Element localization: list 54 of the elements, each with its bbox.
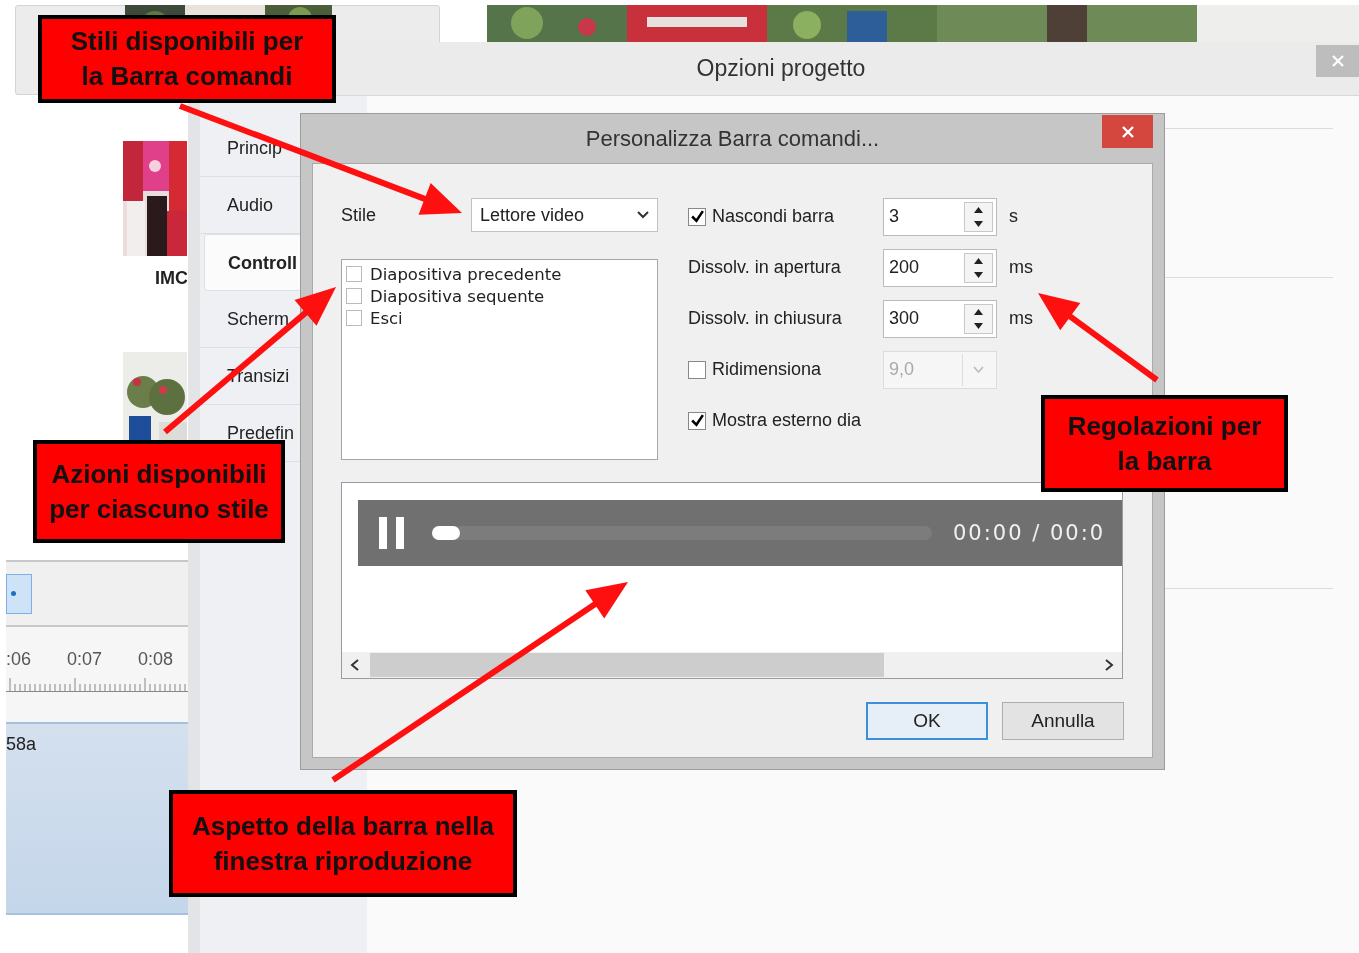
callout: Regolazioni per la barra <box>1041 395 1288 492</box>
time-label: :06 <box>6 649 32 670</box>
spin-buttons[interactable] <box>964 252 993 283</box>
window-title: Opzioni progetto <box>696 55 866 82</box>
unit-label: s <box>1009 206 1018 227</box>
chevron-icon <box>637 211 649 219</box>
scroll-right-icon[interactable] <box>1104 659 1114 671</box>
spin-buttons[interactable] <box>964 303 993 334</box>
checkbox[interactable] <box>346 310 362 326</box>
horizontal-scrollbar[interactable] <box>342 652 1122 678</box>
setting-label: Mostra esterno dia <box>712 410 862 431</box>
progress-track[interactable] <box>432 526 932 540</box>
close-icon <box>1120 124 1135 139</box>
down-arrow-icon <box>974 322 983 329</box>
dialog-title: Personalizza Barra comandi... <box>585 125 880 152</box>
checkbox[interactable] <box>346 266 362 282</box>
unit-label: ms <box>1009 257 1033 278</box>
thumbnail-caption: IMC <box>155 268 187 289</box>
checkbox-label: Esci <box>370 308 403 328</box>
setting-label: Dissolv. in chiusura <box>688 308 842 329</box>
callout: Azioni disponibili per ciascuno stile <box>33 440 285 543</box>
callout: Aspetto della barra nella finestra riproduzione <box>169 790 517 897</box>
pause-icon[interactable] <box>379 517 405 549</box>
style-dropdown[interactable]: Lettore video <box>471 198 658 232</box>
checkbox[interactable] <box>688 411 706 430</box>
setting-label: Dissolv. in apertura <box>688 257 841 278</box>
setting-label: Ridimensiona <box>712 359 822 380</box>
up-arrow-icon <box>974 206 983 213</box>
checkbox[interactable] <box>346 288 362 304</box>
checkbox-label: Diapositiva sequente <box>370 286 545 306</box>
close-button[interactable] <box>1102 115 1153 148</box>
checkbox-label: Diapositiva precedente <box>370 264 562 284</box>
spin-field[interactable]: 3 <box>883 197 997 236</box>
setting-label: Nascondi barra <box>712 206 835 227</box>
spin-field[interactable]: 300 <box>883 299 997 338</box>
close-icon <box>1330 54 1345 68</box>
spin-field[interactable]: 200 <box>883 248 997 287</box>
scroll-left-icon[interactable] <box>350 659 360 671</box>
checkbox[interactable] <box>688 207 706 226</box>
down-arrow-icon <box>974 220 983 227</box>
dialog-button[interactable]: Annulla <box>1002 702 1124 740</box>
callout: Stili disponibili per la Barra comandi <box>38 15 336 103</box>
unit-label: ms <box>1009 308 1033 329</box>
time-readout: 00:00 / 00:0 <box>953 521 1106 545</box>
scroll-thumb[interactable] <box>370 653 885 677</box>
time-label: 0:07 <box>67 649 103 670</box>
chevron-icon <box>973 366 984 373</box>
up-arrow-icon <box>974 257 983 264</box>
time-label: 0:08 <box>138 649 174 670</box>
dialog-button[interactable]: OK <box>866 702 988 740</box>
down-arrow-icon <box>974 271 983 278</box>
spin-buttons[interactable] <box>964 201 993 232</box>
up-arrow-icon <box>974 308 983 315</box>
timeline-clip[interactable]: 58a <box>6 722 188 915</box>
